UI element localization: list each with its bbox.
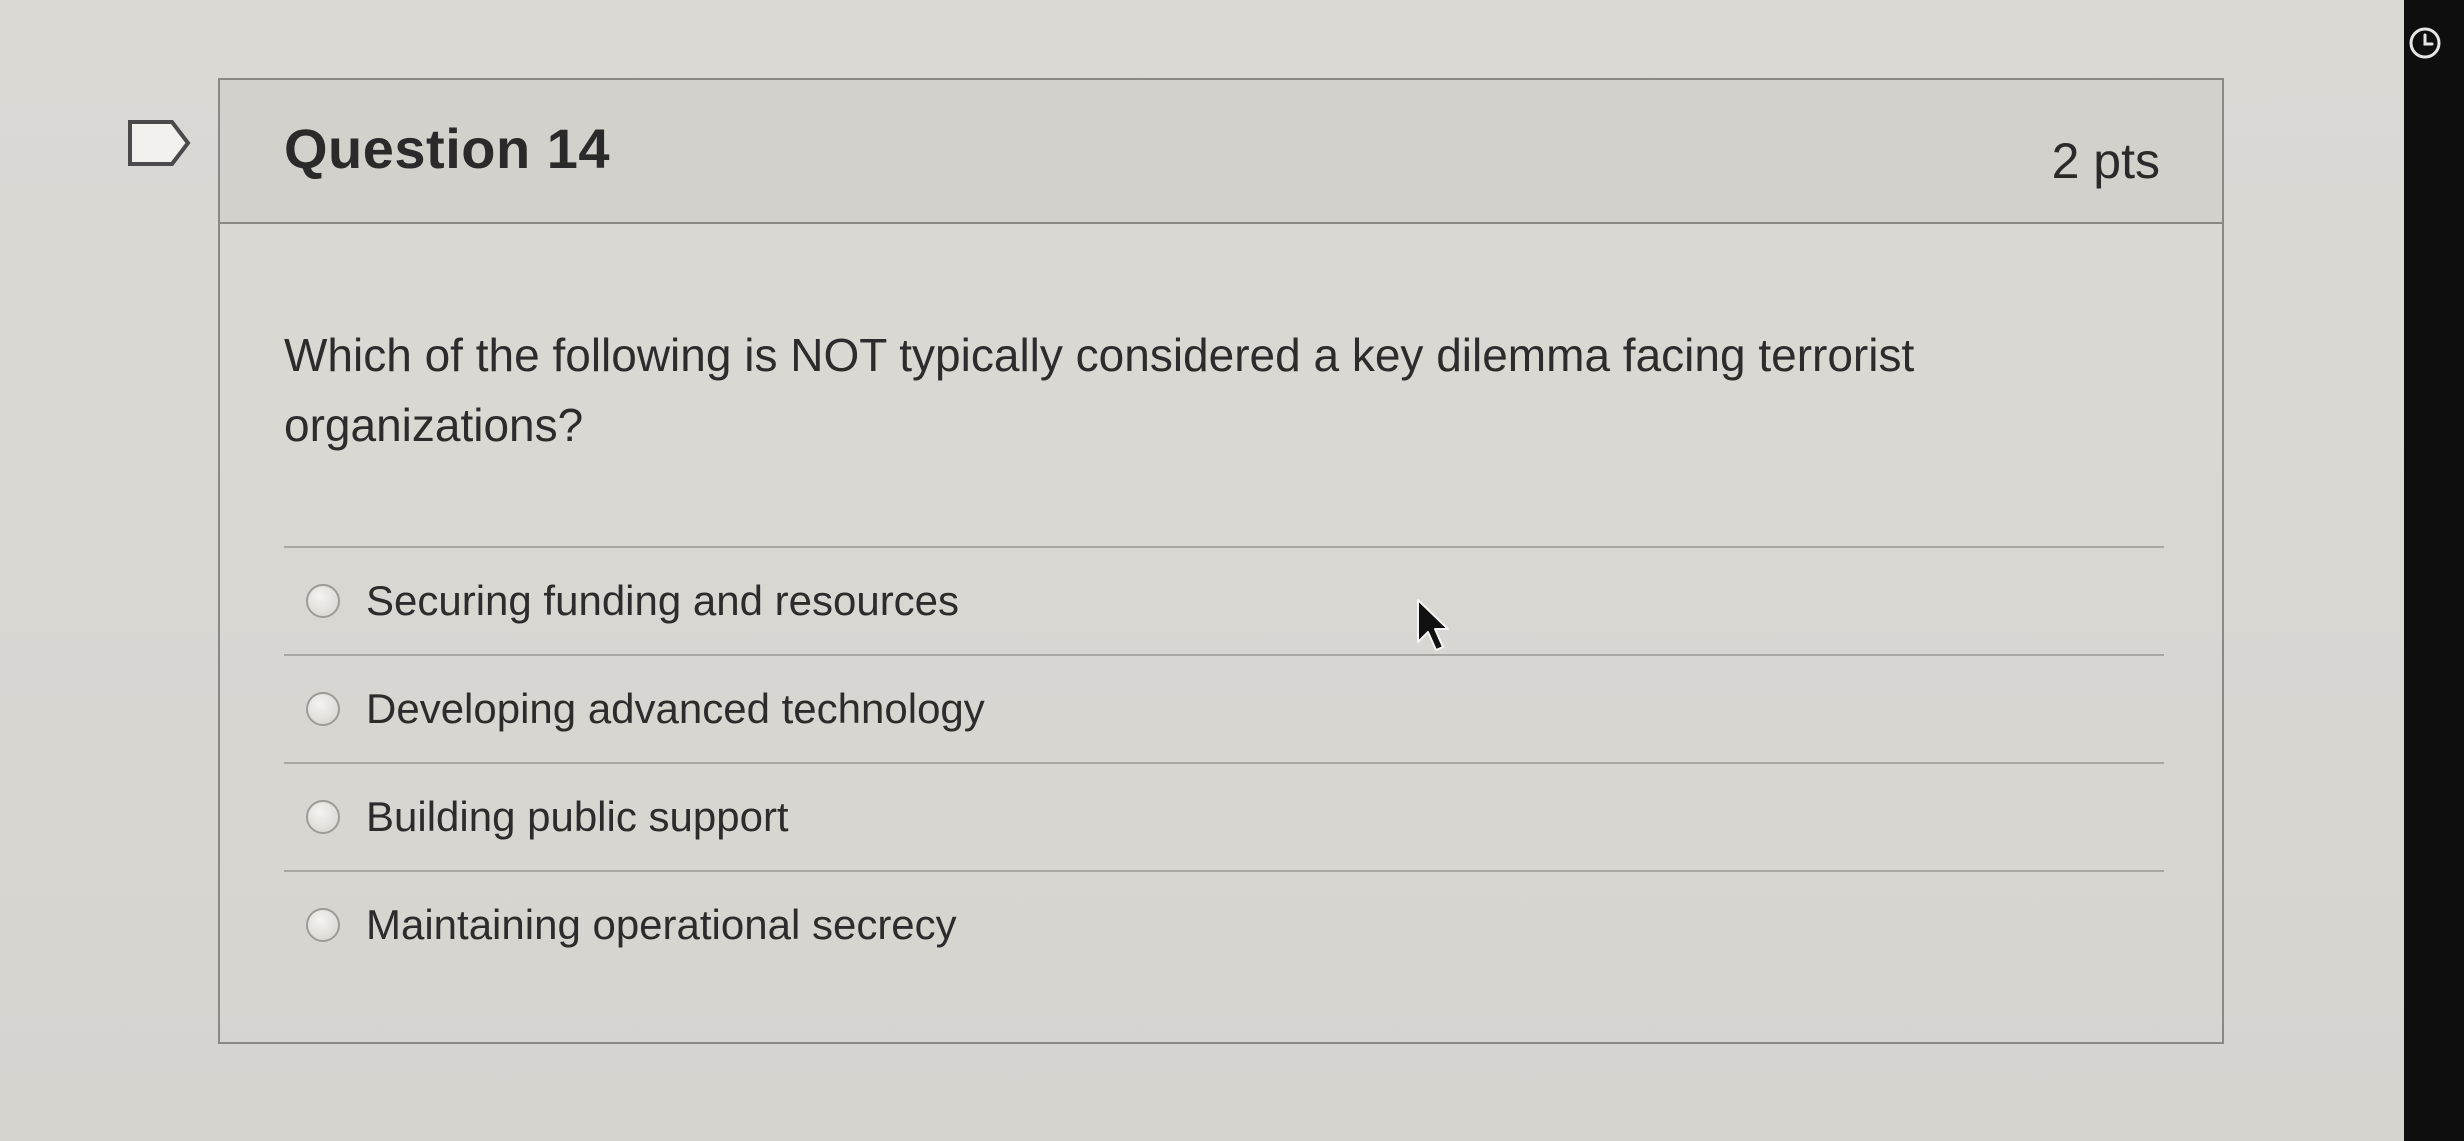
answer-label[interactable]: Developing advanced technology — [366, 685, 985, 733]
answer-label[interactable]: Building public support — [366, 793, 789, 841]
flag-question-icon[interactable] — [126, 118, 192, 168]
answer-option[interactable]: Maintaining operational secrecy — [284, 870, 2164, 978]
radio-button[interactable] — [306, 800, 340, 834]
mouse-pointer-icon — [1417, 599, 1449, 651]
radio-button[interactable] — [306, 584, 340, 618]
question-points: 2 pts — [2051, 133, 2160, 189]
question-header: Question 14 2 pts — [220, 80, 2222, 224]
answer-option[interactable]: Securing funding and resources — [284, 546, 2164, 654]
answer-list: Securing funding and resources Developin… — [284, 546, 2164, 978]
answer-option[interactable]: Developing advanced technology — [284, 654, 2164, 762]
question-title: Question 14 — [284, 117, 611, 180]
radio-button[interactable] — [306, 692, 340, 726]
question-text: Which of the following is NOT typically … — [284, 329, 1915, 451]
radio-button[interactable] — [306, 908, 340, 942]
screen-bezel — [2404, 0, 2464, 1141]
answer-label[interactable]: Securing funding and resources — [366, 577, 959, 625]
answer-label[interactable]: Maintaining operational secrecy — [366, 901, 957, 949]
quiz-page: Question 14 2 pts Which of the following… — [0, 0, 2404, 1141]
question-card: Question 14 2 pts Which of the following… — [218, 78, 2224, 1044]
timer-icon[interactable] — [2408, 26, 2442, 60]
answer-option[interactable]: Building public support — [284, 762, 2164, 870]
